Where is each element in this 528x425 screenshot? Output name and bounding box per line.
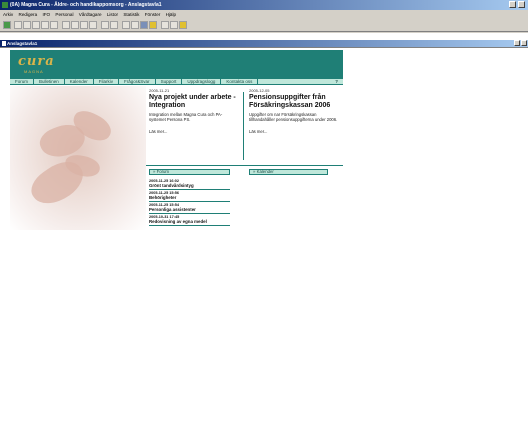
menu-fonster[interactable]: Fönster: [145, 12, 161, 17]
paste-icon[interactable]: [122, 21, 130, 29]
read-more-link[interactable]: Läs mer...: [249, 129, 339, 134]
nav-kontakta-oss[interactable]: Kontakta oss: [221, 79, 259, 84]
site-nav: Forum Bulletinen Kalender Filarkiv Frågo…: [10, 78, 343, 85]
forum-post[interactable]: 2005-11-25 16:02 Grönt tandvårdsintyg: [149, 178, 230, 190]
forum-post-title[interactable]: Redovisning av egna medel: [149, 219, 230, 224]
menu-hjalp[interactable]: Hjälp: [166, 12, 176, 17]
forum-post[interactable]: 2005-10-31 17:45 Redovisning av egna med…: [149, 214, 230, 226]
last-record-icon[interactable]: [89, 21, 97, 29]
child-window-titlebar: Anslagstavla1: [0, 40, 528, 47]
nav-filarkiv[interactable]: Filarkiv: [94, 79, 120, 84]
save-icon[interactable]: [32, 21, 40, 29]
child-close-button[interactable]: [521, 40, 527, 46]
print-icon[interactable]: [41, 21, 49, 29]
filter-icon[interactable]: [140, 21, 148, 29]
minimize-button[interactable]: [509, 1, 516, 8]
section-divider: [146, 165, 343, 166]
nav-uppdragslogg[interactable]: Uppdragslogg: [182, 79, 222, 84]
news-date: 2005-11-21: [149, 88, 170, 93]
news-title[interactable]: Pensionsuppgifter från Försäkringskassan…: [249, 94, 339, 109]
news-item: 2005-11-21 Nya projekt under arbete - In…: [149, 88, 237, 134]
news-item: 2005-12-05 Pensionsuppgifter från Försäk…: [249, 88, 339, 134]
menu-vardtagare[interactable]: Vårdtagare: [79, 12, 102, 17]
forum-list: 2005-11-25 16:02 Grönt tandvårdsintyg 20…: [149, 178, 230, 226]
nav-support[interactable]: Support: [156, 79, 183, 84]
news-body: Integration mellan Magna Cura och PA-sys…: [149, 112, 223, 122]
forum-post-title[interactable]: Grönt tandvårdsintyg: [149, 183, 230, 188]
menu-ifo[interactable]: IFO: [42, 12, 50, 17]
read-more-link[interactable]: Läs mer...: [149, 129, 237, 134]
nav-fragor-svar[interactable]: Frågor&Svar: [119, 79, 156, 84]
hands-hero-image: [10, 86, 146, 230]
nav-kalender[interactable]: Kalender: [65, 79, 94, 84]
calendar-box-header[interactable]: » Kalender: [249, 169, 328, 175]
forum-post-title[interactable]: Personliga assistenter: [149, 207, 230, 212]
news-body: Uppgifter om nar Försäkringskassan tillh…: [249, 112, 338, 122]
close-button[interactable]: [518, 1, 525, 8]
find-icon[interactable]: [131, 21, 139, 29]
child-minimize-button[interactable]: [514, 40, 520, 46]
nav-bulletinen[interactable]: Bulletinen: [34, 79, 65, 84]
menu-arkiv[interactable]: Arkiv: [3, 12, 13, 17]
home-icon[interactable]: [3, 21, 11, 29]
cura-logo[interactable]: cura: [18, 54, 55, 69]
nav-help[interactable]: ?: [330, 79, 343, 84]
menu-listor[interactable]: Listor: [107, 12, 118, 17]
child-window-title: Anslagstavla1: [7, 41, 38, 46]
toolbar: [0, 19, 528, 32]
forum-post-title[interactable]: Behörigheter: [149, 195, 230, 200]
next-record-icon[interactable]: [80, 21, 88, 29]
copy-icon[interactable]: [110, 21, 118, 29]
cut-icon[interactable]: [101, 21, 109, 29]
nav-forum[interactable]: Forum: [10, 79, 35, 84]
new-icon[interactable]: [14, 21, 22, 29]
forum-box-header[interactable]: » Forum: [149, 169, 230, 175]
site-header: cura MAGNA: [10, 50, 343, 78]
open-icon[interactable]: [23, 21, 31, 29]
logo-subtitle: MAGNA: [24, 69, 44, 74]
delete-icon[interactable]: [50, 21, 58, 29]
news-date: 2005-12-05: [249, 88, 270, 93]
menu-redigera[interactable]: Redigera: [19, 12, 38, 17]
calendar-icon[interactable]: [170, 21, 178, 29]
news-divider: [243, 92, 244, 160]
menu-statistik[interactable]: Statistik: [123, 12, 139, 17]
window-title: (0A) Magna Cura - Äldre- och handikappom…: [10, 2, 162, 8]
forum-box-title: Forum: [156, 169, 170, 174]
forum-post[interactable]: 2005-11-25 15:56 Behörigheter: [149, 190, 230, 202]
calendar-box-title: Kalender: [256, 169, 274, 174]
previous-record-icon[interactable]: [71, 21, 79, 29]
app-icon: [2, 2, 8, 8]
news-title[interactable]: Nya projekt under arbete - Integration: [149, 94, 237, 109]
first-record-icon[interactable]: [62, 21, 70, 29]
grid-icon[interactable]: [161, 21, 169, 29]
menubar: Arkiv Redigera IFO Personal Vårdtagare L…: [0, 10, 528, 19]
window-titlebar: (0A) Magna Cura - Äldre- och handikappom…: [0, 0, 528, 10]
forum-post[interactable]: 2005-11-25 15:54 Personliga assistenter: [149, 202, 230, 214]
document-icon: [2, 41, 6, 46]
menu-personal[interactable]: Personal: [55, 12, 73, 17]
warning-icon[interactable]: [179, 21, 187, 29]
help-icon[interactable]: [149, 21, 157, 29]
